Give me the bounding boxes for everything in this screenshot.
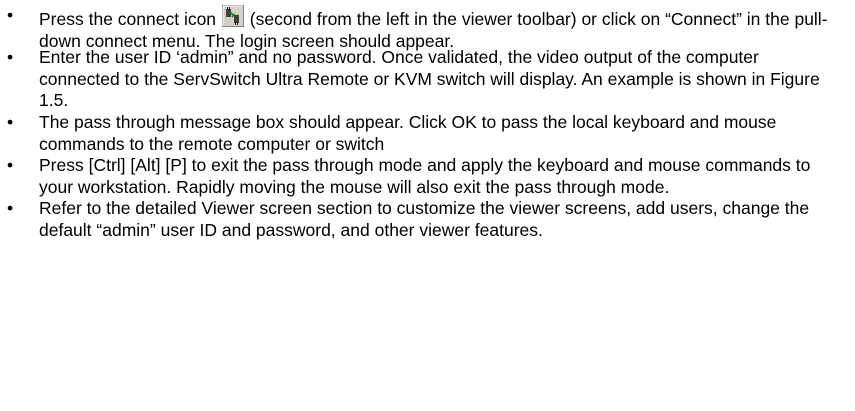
- document-page: • Press the connect icon (second from th…: [0, 0, 855, 411]
- list-item-text: Press [Ctrl] [Alt] [P] to exit the pass …: [39, 155, 811, 197]
- list-item-text: Enter the user ID ‘admin” and no passwor…: [39, 47, 820, 111]
- bullet-marker: •: [7, 155, 14, 176]
- list-item: • The pass through message box should ap…: [0, 112, 829, 155]
- list-item-text: The pass through message box should appe…: [39, 111, 777, 154]
- list-item-text-start: Press the connect icon: [39, 9, 221, 29]
- list-item: • Press the connect icon (second from th…: [0, 5, 829, 52]
- list-item: • Enter the user ID ‘admin” and no passw…: [0, 47, 829, 112]
- instruction-list: • Press the connect icon (second from th…: [0, 0, 855, 242]
- bullet-marker: •: [7, 198, 14, 219]
- list-item: • Refer to the detailed Viewer screen se…: [0, 198, 829, 241]
- list-item: • Press [Ctrl] [Alt] [P] to exit the pas…: [0, 155, 829, 198]
- list-item-text: Refer to the detailed Viewer screen sect…: [39, 198, 810, 240]
- bullet-marker: •: [7, 5, 14, 25]
- bullet-marker: •: [7, 111, 14, 132]
- bullet-marker: •: [7, 47, 14, 68]
- connect-plug-icon: [221, 5, 244, 27]
